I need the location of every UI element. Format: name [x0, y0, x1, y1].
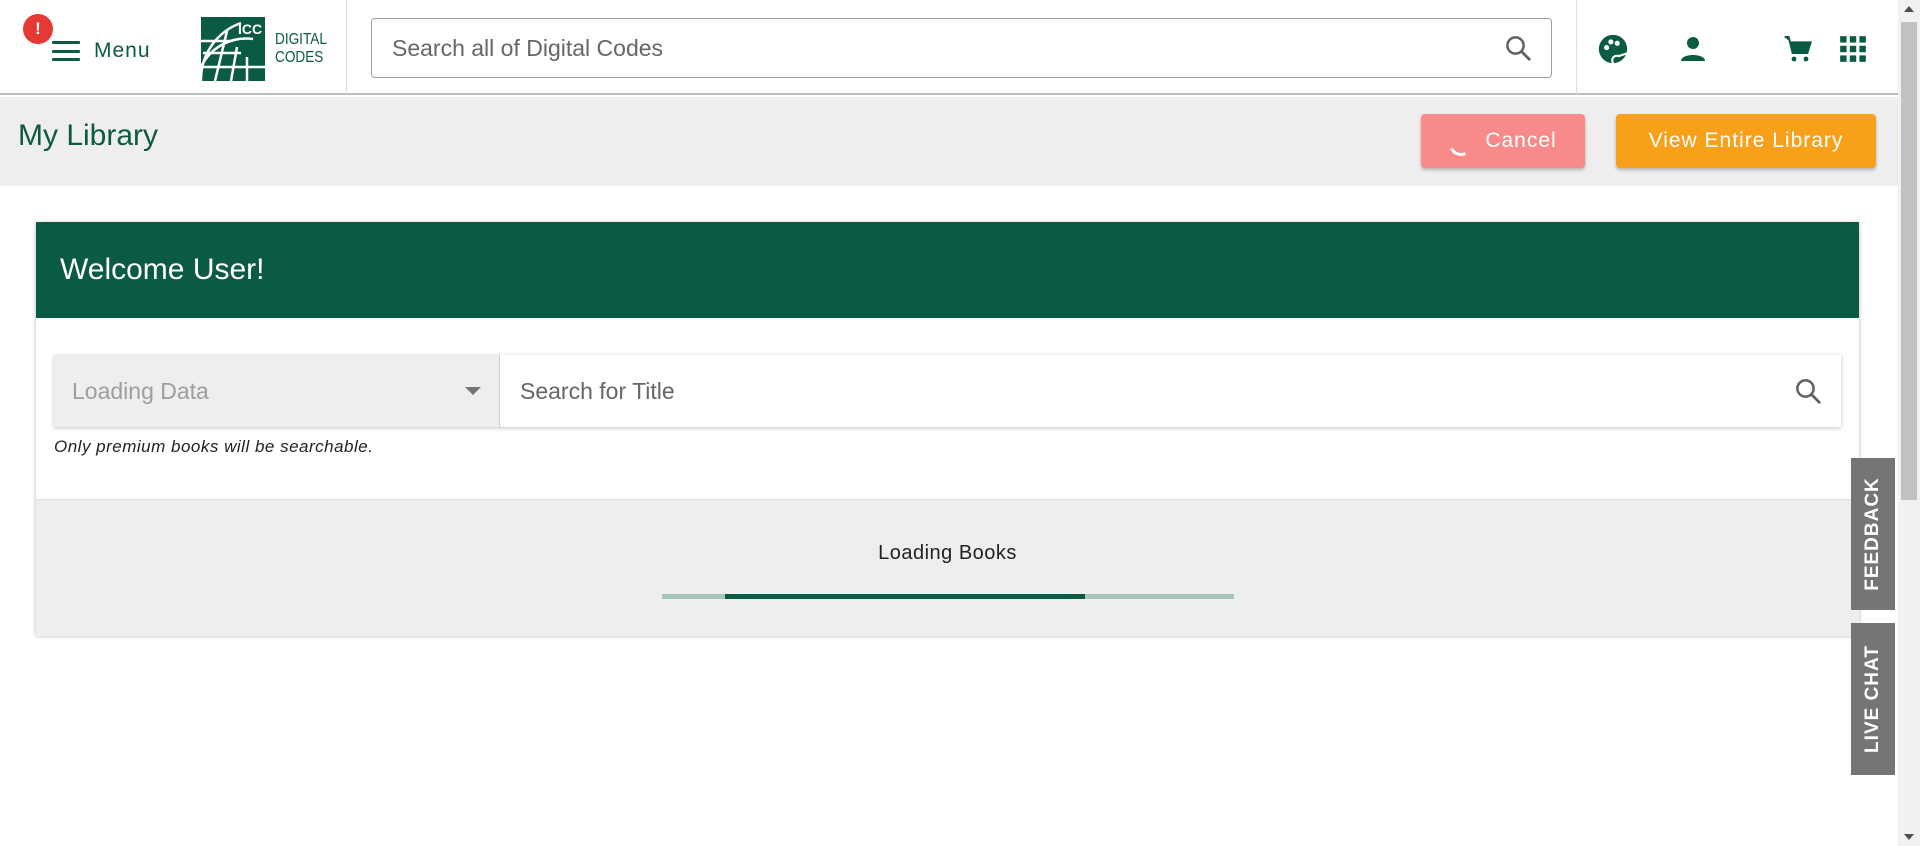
palette-button[interactable]: [1594, 30, 1632, 68]
feedback-label: FEEDBACK: [1862, 477, 1883, 591]
hamburger-icon: [52, 41, 80, 61]
book-category-select[interactable]: Loading Data: [54, 355, 500, 427]
progress-fill: [724, 594, 1086, 599]
top-header: ! Menu ICC DIGITAL CODES: [0, 0, 1898, 95]
filter-row: Loading Data: [54, 355, 1841, 427]
cart-button[interactable]: [1779, 30, 1817, 68]
global-search-box[interactable]: [371, 18, 1552, 78]
header-divider: [1576, 0, 1577, 95]
alert-badge[interactable]: !: [23, 14, 53, 44]
global-search-input[interactable]: [390, 33, 1503, 63]
icc-digital-codes-logo[interactable]: ICC DIGITAL CODES: [201, 17, 336, 81]
logo-icc-text: ICC: [238, 21, 262, 37]
vertical-scrollbar[interactable]: [1898, 0, 1920, 846]
feedback-tab[interactable]: FEEDBACK: [1851, 458, 1895, 610]
logo-digital-text: DIGITAL: [275, 31, 327, 48]
title-search-box[interactable]: [500, 355, 1841, 427]
scroll-up-arrow-icon[interactable]: [1904, 6, 1914, 12]
account-button[interactable]: [1674, 30, 1712, 68]
search-icon[interactable]: [1793, 376, 1823, 406]
loading-spinner-icon: [1445, 128, 1477, 160]
live-chat-label: LIVE CHAT: [1862, 645, 1883, 753]
search-icon[interactable]: [1503, 33, 1533, 63]
loading-progress-bar: [662, 594, 1234, 599]
select-value: Loading Data: [72, 377, 209, 404]
dropdown-caret-icon: [465, 387, 481, 395]
welcome-text: Welcome User!: [60, 253, 265, 286]
apps-grid-icon: [1840, 36, 1866, 62]
search-note: Only premium books will be searchable.: [54, 437, 374, 456]
welcome-header: Welcome User!: [36, 222, 1859, 318]
scroll-down-arrow-icon[interactable]: [1904, 834, 1914, 840]
user-icon: [1681, 37, 1705, 61]
library-toolbar: My Library Cancel View Entire Library: [0, 97, 1898, 186]
loading-books-text: Loading Books: [878, 542, 1017, 564]
apps-button[interactable]: [1834, 30, 1872, 68]
view-entire-library-button[interactable]: View Entire Library: [1616, 114, 1876, 168]
logo-text: DIGITAL CODES: [275, 31, 327, 67]
menu-label: Menu: [94, 39, 151, 62]
page-title: My Library: [18, 119, 159, 152]
cancel-label: Cancel: [1485, 129, 1557, 152]
palette-icon: [1598, 34, 1628, 64]
header-divider: [346, 0, 347, 95]
cancel-button[interactable]: Cancel: [1421, 114, 1585, 168]
view-library-label: View Entire Library: [1648, 129, 1844, 152]
menu-button[interactable]: Menu: [52, 34, 151, 68]
library-card: Welcome User! Loading Data Only premium …: [36, 222, 1859, 636]
scroll-thumb[interactable]: [1901, 22, 1917, 500]
icc-globe-logo-icon: ICC: [201, 17, 265, 81]
title-search-input[interactable]: [518, 376, 1793, 406]
live-chat-tab[interactable]: LIVE CHAT: [1851, 623, 1895, 775]
cart-icon: [1784, 36, 1813, 62]
loading-books-area: Loading Books: [36, 499, 1859, 636]
logo-codes-text: CODES: [275, 49, 324, 66]
